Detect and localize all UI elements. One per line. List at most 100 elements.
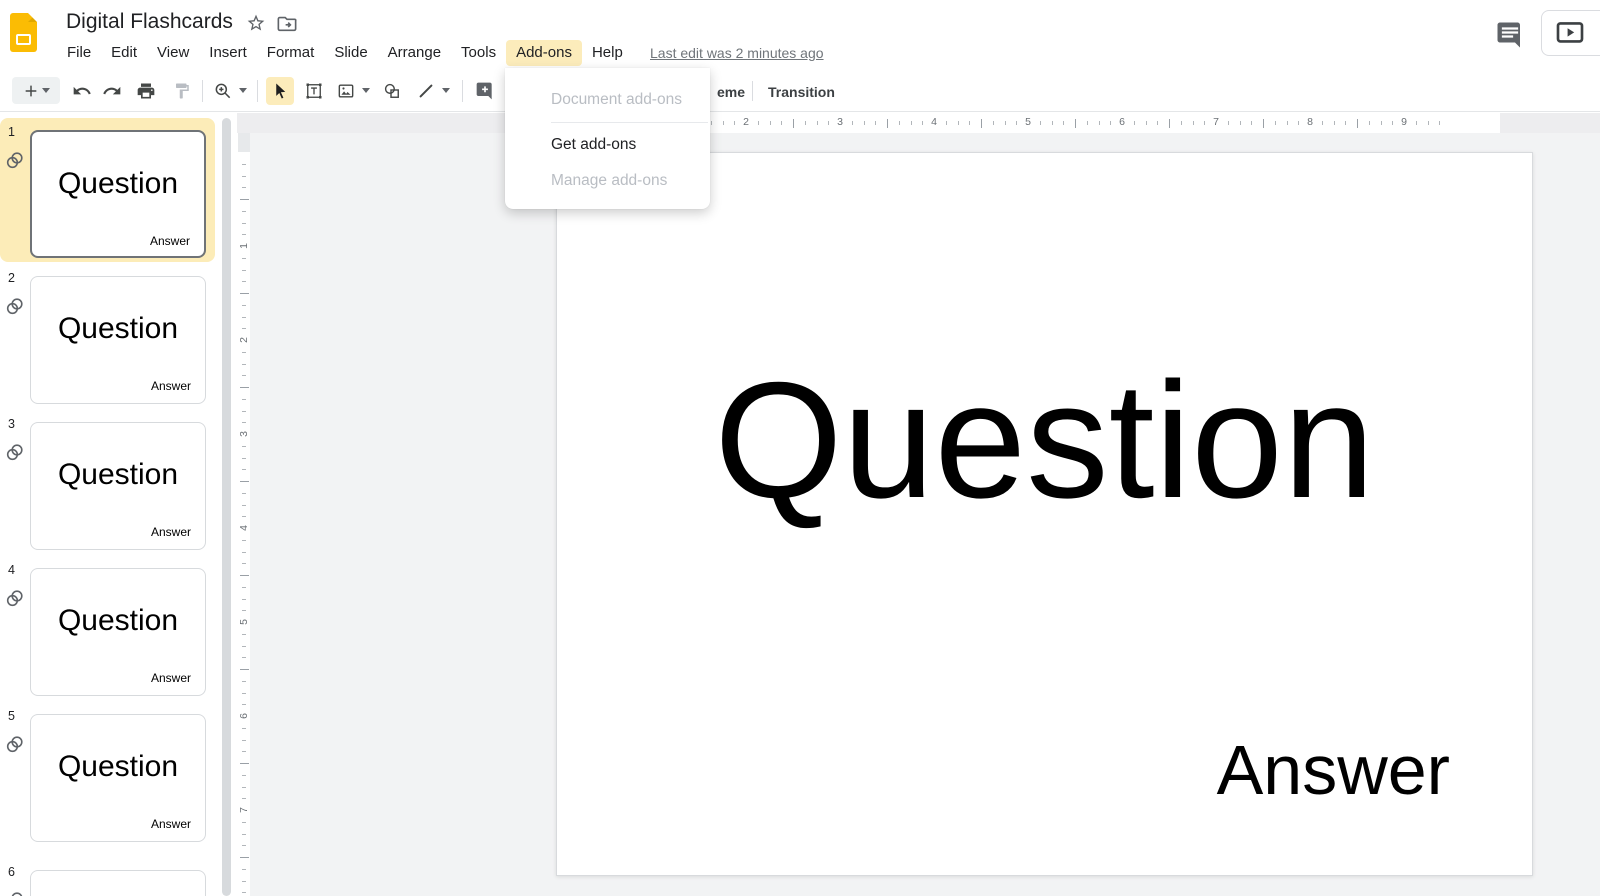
ruler-tick [240,575,249,576]
slide-question-text[interactable]: Question [557,358,1532,523]
image-dropdown-caret[interactable] [362,88,370,93]
slide-filmstrip: 1 Question Answer 2 Question Answer 3 Question A… [0,112,237,896]
ruler-tick [757,121,759,125]
filmstrip-scrollbar[interactable] [222,118,231,896]
slides-logo[interactable] [10,13,37,52]
text-box-button[interactable] [300,77,328,105]
ruler-tick [1251,121,1253,125]
ruler-tick [242,751,246,753]
redo-button[interactable] [98,77,126,105]
ruler-tick [945,121,947,125]
ruler-number: 7 [1213,116,1219,128]
vertical-ruler: 1 2 3 4 5 6 7 [238,152,250,896]
ruler-tick [242,257,246,259]
move-to-folder-icon[interactable] [276,13,298,33]
ruler-number: 3 [238,431,250,437]
present-button[interactable] [1541,10,1600,56]
ruler-tick [242,304,246,306]
line-dropdown-caret[interactable] [442,88,450,93]
menu-format[interactable]: Format [257,40,325,66]
manage-add-ons-menu-item: Manage add-ons [551,172,668,189]
ruler-tick [1110,121,1112,125]
menu-arrange[interactable]: Arrange [378,40,451,66]
ruler-tick [1133,121,1135,125]
ruler-tick [242,492,246,494]
ruler-number: 7 [238,807,250,813]
slide-thumbnail-5[interactable]: Question Answer [30,714,206,842]
toolbar-divider [257,79,258,102]
ruler-tick [242,222,246,224]
ruler-tick [242,645,246,647]
ruler-tick [242,175,246,177]
ruler-tick [240,293,249,294]
slide-number: 6 [8,865,15,879]
ruler-tick [242,786,246,788]
select-cursor-button[interactable] [266,76,294,105]
new-slide-dropdown-caret[interactable] [41,88,50,93]
star-icon[interactable] [246,13,266,33]
menu-insert[interactable]: Insert [199,40,257,66]
slide-thumbnail-3[interactable]: Question Answer [30,422,206,550]
ruler-tick [981,119,982,128]
slide-answer-text[interactable]: Answer [1217,735,1450,805]
menu-edit[interactable]: Edit [101,40,147,66]
ruler-tick [1439,121,1441,125]
ruler-number: 4 [238,525,250,531]
print-button[interactable] [132,77,160,105]
ruler-tick [828,121,830,125]
zoom-dropdown-caret[interactable] [239,88,247,93]
new-slide-button[interactable] [12,77,60,104]
thumbnail-answer-text: Answer [150,817,191,831]
slide-number: 5 [8,709,15,723]
menu-help[interactable]: Help [582,40,633,66]
theme-button-partial[interactable]: eme [717,84,745,100]
menu-add-ons[interactable]: Add-ons [506,40,582,66]
ruler-tick [242,504,246,506]
comments-icon[interactable] [1494,20,1526,50]
ruler-number: 4 [931,116,937,128]
insert-line-button[interactable] [412,77,440,105]
ruler-tick [1192,121,1194,125]
menu-file[interactable]: File [57,40,101,66]
insert-comment-button[interactable] [471,77,499,105]
paint-format-button[interactable] [168,77,196,105]
document-title[interactable]: Digital Flashcards [66,10,233,34]
thumbnail-question-text: Question [57,604,179,637]
get-add-ons-menu-item[interactable]: Get add-ons [505,127,710,163]
transition-button[interactable]: Transition [768,84,835,100]
insert-shape-button[interactable] [378,77,406,105]
slide-thumbnail-4[interactable]: Question Answer [30,568,206,696]
insert-image-button[interactable] [332,77,360,105]
thumbnail-question-text: Question [57,750,179,783]
slide-thumbnail-2[interactable]: Question Answer [30,276,206,404]
slide-number: 2 [8,271,15,285]
ruler-tick [242,551,246,553]
last-edit-link[interactable]: Last edit was 2 minutes ago [650,45,824,61]
slide-link-icon [3,440,27,464]
slide-thumbnail-6[interactable] [30,870,206,896]
thumbnail-question-text: Question [57,167,179,200]
undo-button[interactable] [68,77,96,105]
ruler-tick [875,121,877,125]
menu-view[interactable]: View [147,40,199,66]
ruler-tick [242,633,246,635]
ruler-tick [969,121,971,125]
ruler-tick [242,798,246,800]
ruler-tick [242,727,246,729]
ruler-tick [242,410,246,412]
slide-thumbnail-1[interactable]: Question Answer [30,130,206,258]
thumbnail-answer-text: Answer [150,379,191,393]
menu-slide[interactable]: Slide [324,40,377,66]
google-slides-app: Question Answer 1 2 3 4 5 6 7 8 9 1 2 3 4 5 6 7 1 Quest… [0,0,1600,896]
ruler-tick [242,375,246,377]
ruler-tick [1239,121,1241,125]
slide-canvas[interactable]: Question Answer [556,152,1533,876]
thumbnail-question-text: Question [57,458,179,491]
menu-tools[interactable]: Tools [451,40,506,66]
ruler-tick [242,445,246,447]
zoom-button[interactable] [209,77,237,105]
ruler-tick [1039,121,1041,125]
ruler-tick [804,121,806,125]
ruler-tick [1051,121,1053,125]
ruler-tick [240,481,249,482]
